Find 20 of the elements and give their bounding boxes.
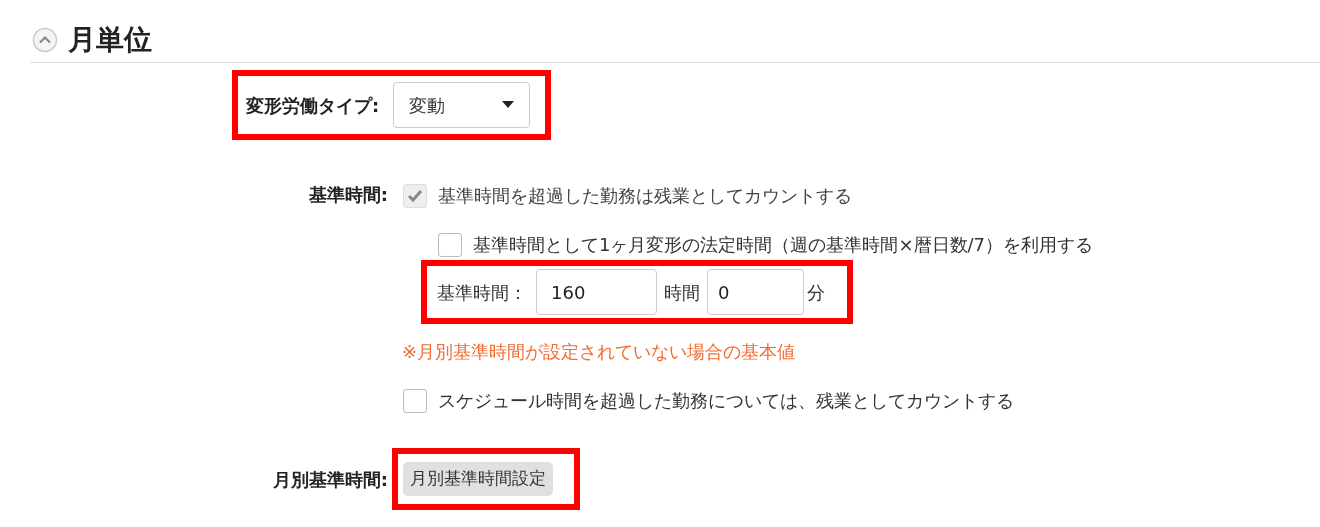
select-dropdown[interactable]: 変動: [393, 82, 531, 128]
unit-label: 時間: [664, 280, 700, 305]
field-label: 月別基準時間:: [272, 467, 388, 492]
checkbox[interactable]: [403, 388, 427, 413]
section-title: 月単位: [68, 22, 152, 58]
checkbox[interactable]: [438, 232, 462, 257]
check-icon: [407, 188, 423, 203]
note-text: ※月別基準時間が設定されていない場合の基本値: [402, 340, 797, 364]
checkbox-label: スケジュール時間を超過した勤務については、残業としてカウントする: [438, 389, 1014, 413]
unit-label: 分: [807, 280, 825, 305]
caret-icon: [502, 101, 515, 109]
field-label: 変形労働タイプ:: [246, 93, 380, 118]
field-label: 基準時間:: [308, 183, 388, 207]
collapse-icon[interactable]: [32, 27, 58, 53]
hours-input[interactable]: 160: [536, 269, 657, 315]
settings-button[interactable]: 月別基準時間設定: [403, 462, 553, 496]
checkbox-label: 基準時間として1ヶ月変形の法定時間（週の基準時間×暦日数/7）を利用する: [473, 233, 1094, 257]
minutes-input[interactable]: 0: [707, 269, 804, 315]
field-label: 基準時間：: [437, 280, 527, 305]
checkbox-label: 基準時間を超過した勤務は残業としてカウントする: [438, 184, 852, 208]
